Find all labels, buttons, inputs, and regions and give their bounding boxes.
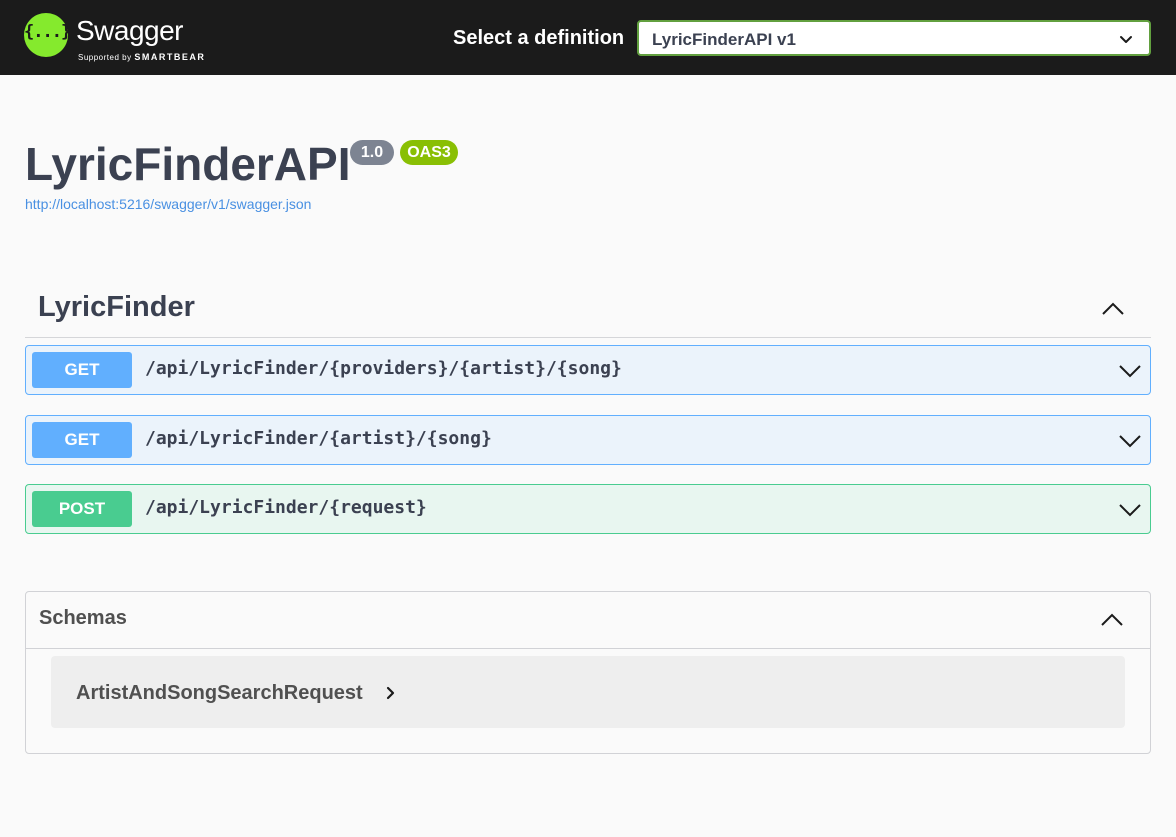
swagger-logo-icon: {...} xyxy=(24,13,71,57)
method-badge-get: GET xyxy=(32,352,132,388)
version-badge: 1.0 xyxy=(350,140,394,165)
definition-label: Select a definition xyxy=(453,27,625,49)
topbar: {...} Swagger Supported by SMARTBEAR Sel… xyxy=(0,0,1176,75)
swagger-logo-subtitle: Supported by SMARTBEAR xyxy=(78,52,205,62)
operation-path: /api/LyricFinder/{artist}/{song} xyxy=(145,428,492,449)
chevron-down-icon[interactable] xyxy=(1118,498,1142,522)
oas-badge: OAS3 xyxy=(400,140,458,165)
method-badge-post: POST xyxy=(32,491,132,527)
schemas-title: Schemas xyxy=(39,607,127,629)
schema-model-artistandsongsearchrequest[interactable]: ArtistAndSongSearchRequest xyxy=(51,656,1125,728)
swagger-logo-glyph: {...} xyxy=(24,22,71,42)
api-title: LyricFinderAPI xyxy=(25,138,351,190)
schemas-section: Schemas ArtistAndSongSearchRequest xyxy=(25,591,1151,754)
tag-name: LyricFinder xyxy=(38,291,195,323)
chevron-down-icon[interactable] xyxy=(1118,359,1142,383)
swagger-logo-word: Swagger xyxy=(76,15,184,46)
logo-supported-by: Supported by xyxy=(78,53,132,62)
chevron-down-icon[interactable] xyxy=(1118,429,1142,453)
logo-smartbear: SMARTBEAR xyxy=(134,52,206,62)
schema-model-name: ArtistAndSongSearchRequest xyxy=(76,682,363,704)
definition-select-value: LyricFinderAPI v1 xyxy=(652,30,796,49)
operation-path: /api/LyricFinder/{providers}/{artist}/{s… xyxy=(145,358,622,379)
chevron-down-icon xyxy=(1120,36,1132,43)
method-badge-get: GET xyxy=(32,422,132,458)
spec-json-link[interactable]: http://localhost:5216/swagger/v1/swagger… xyxy=(25,196,311,212)
chevron-up-icon[interactable] xyxy=(1099,607,1125,633)
operation-get-artist-song[interactable]: GET /api/LyricFinder/{artist}/{song} xyxy=(25,415,1151,465)
definition-select[interactable]: LyricFinderAPI v1 xyxy=(637,20,1151,56)
schemas-header[interactable]: Schemas xyxy=(26,592,1150,649)
operation-get-providers-artist-song[interactable]: GET /api/LyricFinder/{providers}/{artist… xyxy=(25,345,1151,395)
operation-post-request[interactable]: POST /api/LyricFinder/{request} xyxy=(25,484,1151,534)
swagger-logo[interactable]: {...} Swagger Supported by SMARTBEAR xyxy=(24,12,224,64)
operation-path: /api/LyricFinder/{request} xyxy=(145,497,427,518)
tag-section-header[interactable]: LyricFinder xyxy=(25,282,1151,338)
chevron-right-icon[interactable] xyxy=(383,685,399,701)
chevron-up-icon[interactable] xyxy=(1100,296,1126,322)
